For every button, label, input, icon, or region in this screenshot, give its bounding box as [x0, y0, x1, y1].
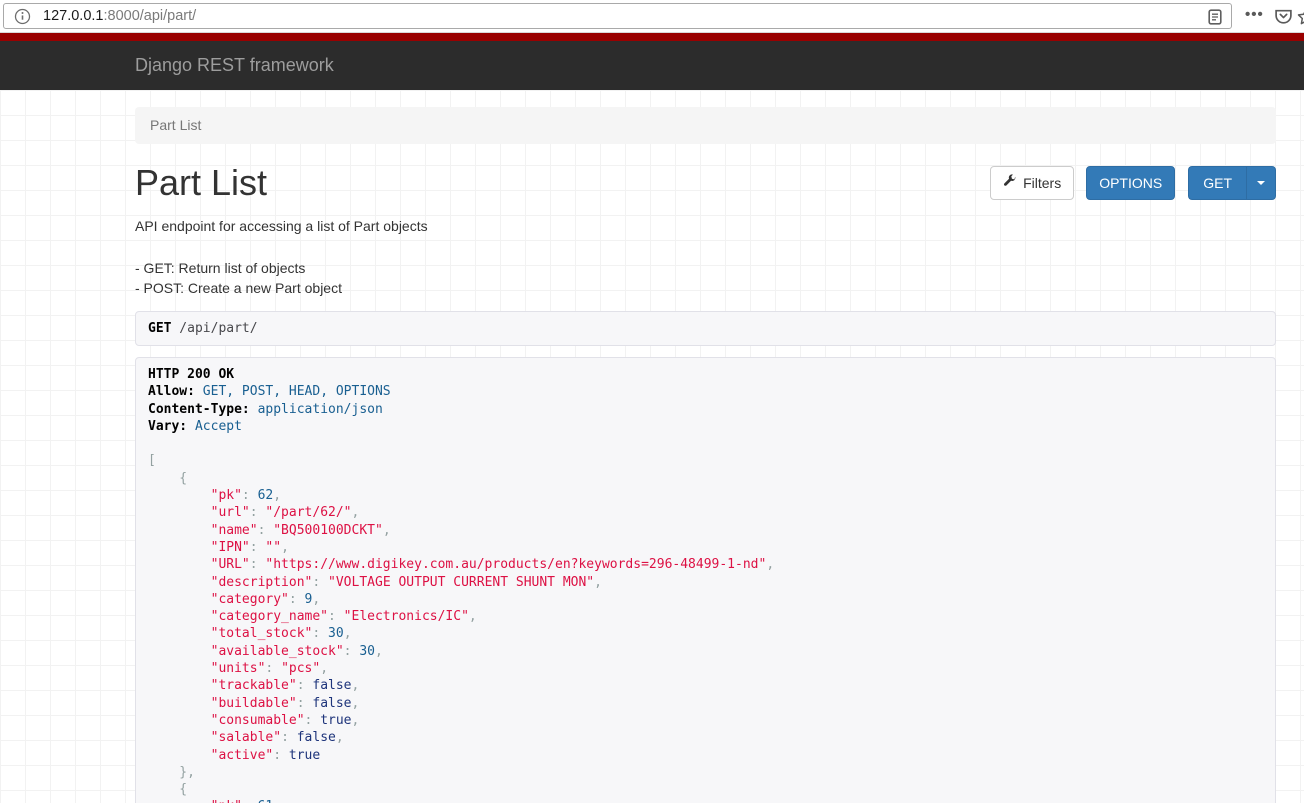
response-headers: HTTP 200 OK Allow: GET, POST, HEAD, OPTI… [148, 367, 391, 434]
filters-button[interactable]: Filters [990, 166, 1074, 200]
caret-down-icon [1257, 181, 1265, 185]
bookmark-star-icon[interactable] [1297, 8, 1304, 30]
get-split-button: GET [1188, 166, 1276, 200]
response-panel: HTTP 200 OK Allow: GET, POST, HEAD, OPTI… [135, 357, 1276, 803]
navbar-brand[interactable]: Django REST framework [135, 55, 334, 76]
url-host: 127.0.0.1 [43, 8, 103, 24]
endpoint-note: - GET: Return list of objects [135, 258, 1276, 278]
endpoint-notes: - GET: Return list of objects- POST: Cre… [135, 258, 1276, 298]
breadcrumb-item-part-list[interactable]: Part List [150, 117, 201, 133]
get-dropdown-toggle[interactable] [1246, 166, 1276, 200]
url-bar[interactable]: 127.0.0.1:8000/api/part/ [3, 3, 1232, 29]
request-method: GET [148, 321, 171, 336]
filters-button-label: Filters [1023, 173, 1061, 193]
endpoint-description: API endpoint for accessing a list of Par… [135, 218, 1276, 234]
options-button[interactable]: OPTIONS [1086, 166, 1175, 200]
url-path: :8000/api/part/ [103, 8, 196, 24]
endpoint-note: - POST: Create a new Part object [135, 278, 1276, 298]
url-text[interactable]: 127.0.0.1:8000/api/part/ [43, 8, 196, 24]
navbar: Django REST framework [0, 41, 1304, 90]
page-header: Part List Filters OPTIONS GET [135, 163, 1276, 203]
content-container: Part List Part List Filters OPTIONS GET … [135, 90, 1276, 803]
page-actions-icon[interactable]: ••• [1245, 6, 1264, 23]
reader-mode-icon[interactable] [1207, 9, 1223, 30]
page-title: Part List [135, 163, 267, 203]
request-path: /api/part/ [171, 321, 257, 336]
get-button[interactable]: GET [1188, 166, 1246, 200]
browser-toolbar: 127.0.0.1:8000/api/part/ ••• [0, 0, 1304, 33]
pocket-icon[interactable] [1274, 8, 1293, 30]
request-line: GET /api/part/ [135, 311, 1276, 346]
breadcrumb: Part List [135, 107, 1276, 144]
response-body: [ { "pk": 62, "url": "/part/62/", "name"… [148, 453, 774, 803]
wrench-icon [1003, 173, 1017, 193]
page-top-accent-bar [0, 33, 1304, 41]
page-background: Part List Part List Filters OPTIONS GET … [0, 90, 1304, 803]
info-icon[interactable] [14, 8, 31, 25]
action-buttons: Filters OPTIONS GET [990, 166, 1276, 200]
